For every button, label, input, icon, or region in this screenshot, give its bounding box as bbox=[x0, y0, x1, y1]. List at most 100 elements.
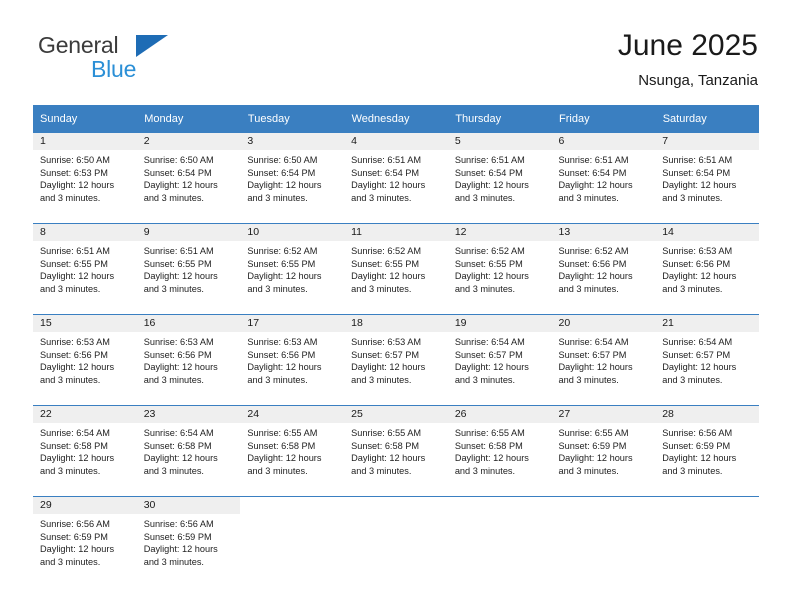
sunrise-text: Sunrise: 6:52 AM bbox=[454, 246, 525, 256]
calendar-cell[interactable] bbox=[551, 496, 656, 587]
day-cell[interactable]: 26 Sunrise: 6:55 AM Sunset: 6:58 PM Dayligh… bbox=[447, 406, 552, 496]
day-cell[interactable]: 21 Sunrise: 6:54 AM Sunset: 6:57 PM Dayligh… bbox=[655, 315, 759, 405]
day-details: Sunrise: 6:52 AM Sunset: 6:55 PM Daylight:… bbox=[240, 241, 344, 295]
day-cell[interactable]: 11 Sunrise: 6:52 AM Sunset: 6:55 PM Dayligh… bbox=[344, 224, 448, 314]
daylight-text-line1: Daylight: 12 hours bbox=[143, 362, 218, 373]
day-cell[interactable] bbox=[448, 497, 552, 587]
day-number: 12 bbox=[447, 224, 552, 241]
day-details: Sunrise: 6:51 AM Sunset: 6:54 PM Daylight:… bbox=[344, 150, 448, 204]
calendar-cell[interactable]: 11 Sunrise: 6:52 AM Sunset: 6:55 PM Dayligh… bbox=[344, 223, 448, 315]
day-cell[interactable]: 10 Sunrise: 6:52 AM Sunset: 6:55 PM Dayligh… bbox=[240, 224, 345, 314]
calendar-cell[interactable]: 1 Sunrise: 6:50 AM Sunset: 6:53 PM Daylight… bbox=[33, 133, 137, 224]
calendar-cell[interactable] bbox=[344, 496, 448, 587]
daylight-text-line2: and 3 minutes. bbox=[40, 192, 101, 203]
calendar-cell[interactable]: 2 Sunrise: 6:50 AM Sunset: 6:54 PM Daylight… bbox=[136, 133, 241, 224]
day-cell[interactable]: 14 Sunrise: 6:53 AM Sunset: 6:56 PM Dayligh… bbox=[655, 224, 759, 314]
calendar-cell[interactable]: 24 Sunrise: 6:55 AM Sunset: 6:58 PM Dayligh… bbox=[240, 405, 345, 497]
calendar-cell[interactable]: 29 Sunrise: 6:56 AM Sunset: 6:59 PM Dayligh… bbox=[33, 496, 137, 587]
calendar-cell[interactable]: 20 Sunrise: 6:54 AM Sunset: 6:57 PM Dayligh… bbox=[551, 314, 656, 406]
day-cell[interactable]: 27 Sunrise: 6:55 AM Sunset: 6:59 PM Dayligh… bbox=[551, 406, 656, 496]
calendar-cell[interactable]: 26 Sunrise: 6:55 AM Sunset: 6:58 PM Dayligh… bbox=[447, 405, 552, 497]
sunrise-text: Sunrise: 6:52 AM bbox=[558, 246, 629, 256]
sunset-text: Sunset: 6:55 PM bbox=[454, 258, 523, 269]
day-cell[interactable]: 4 Sunrise: 6:51 AM Sunset: 6:54 PM Daylight… bbox=[344, 133, 448, 223]
calendar-cell[interactable]: 15 Sunrise: 6:53 AM Sunset: 6:56 PM Dayligh… bbox=[33, 314, 137, 406]
day-number: 26 bbox=[447, 406, 552, 423]
daylight-text-line1: Daylight: 12 hours bbox=[143, 271, 218, 282]
calendar-cell[interactable]: 6 Sunrise: 6:51 AM Sunset: 6:54 PM Daylight… bbox=[551, 133, 656, 224]
day-cell[interactable]: 18 Sunrise: 6:53 AM Sunset: 6:57 PM Dayligh… bbox=[344, 315, 448, 405]
sunrise-text: Sunrise: 6:54 AM bbox=[454, 337, 525, 347]
day-cell[interactable]: 30 Sunrise: 6:56 AM Sunset: 6:59 PM Dayligh… bbox=[136, 497, 241, 587]
day-cell[interactable]: 22 Sunrise: 6:54 AM Sunset: 6:58 PM Dayligh… bbox=[33, 406, 137, 496]
daylight-text-line2: and 3 minutes. bbox=[351, 374, 412, 385]
day-cell[interactable]: 8 Sunrise: 6:51 AM Sunset: 6:55 PM Daylight… bbox=[33, 224, 137, 314]
day-cell[interactable]: 24 Sunrise: 6:55 AM Sunset: 6:58 PM Dayligh… bbox=[240, 406, 345, 496]
day-cell[interactable]: 23 Sunrise: 6:54 AM Sunset: 6:58 PM Dayligh… bbox=[136, 406, 241, 496]
calendar-cell[interactable]: 14 Sunrise: 6:53 AM Sunset: 6:56 PM Dayligh… bbox=[655, 223, 759, 315]
day-cell[interactable]: 15 Sunrise: 6:53 AM Sunset: 6:56 PM Dayligh… bbox=[33, 315, 137, 405]
daylight-text-line2: and 3 minutes. bbox=[247, 374, 308, 385]
calendar-cell[interactable]: 27 Sunrise: 6:55 AM Sunset: 6:59 PM Dayligh… bbox=[551, 405, 656, 497]
sunrise-text: Sunrise: 6:55 AM bbox=[247, 428, 318, 438]
calendar-cell[interactable]: 12 Sunrise: 6:52 AM Sunset: 6:55 PM Dayligh… bbox=[447, 223, 552, 315]
day-number: 30 bbox=[136, 497, 241, 514]
calendar-cell[interactable]: 18 Sunrise: 6:53 AM Sunset: 6:57 PM Dayligh… bbox=[344, 314, 448, 406]
day-cell[interactable]: 9 Sunrise: 6:51 AM Sunset: 6:55 PM Daylight… bbox=[136, 224, 241, 314]
calendar-cell[interactable]: 7 Sunrise: 6:51 AM Sunset: 6:54 PM Daylight… bbox=[655, 133, 759, 224]
calendar-cell[interactable]: 17 Sunrise: 6:53 AM Sunset: 6:56 PM Dayligh… bbox=[240, 314, 345, 406]
sunrise-text: Sunrise: 6:55 AM bbox=[454, 428, 525, 438]
calendar-cell[interactable]: 5 Sunrise: 6:51 AM Sunset: 6:54 PM Daylight… bbox=[447, 133, 552, 224]
calendar-page: General Blue June 2025 Nsunga, Tanzania … bbox=[0, 0, 792, 612]
calendar-cell[interactable]: 25 Sunrise: 6:55 AM Sunset: 6:58 PM Dayligh… bbox=[344, 405, 448, 497]
calendar-container: Sunday Monday Tuesday Wednesday Thursday… bbox=[33, 105, 759, 587]
day-cell[interactable]: 25 Sunrise: 6:55 AM Sunset: 6:58 PM Dayligh… bbox=[344, 406, 448, 496]
sunset-text: Sunset: 6:59 PM bbox=[558, 440, 627, 451]
day-details: Sunrise: 6:56 AM Sunset: 6:59 PM Daylight:… bbox=[137, 514, 241, 568]
day-cell[interactable] bbox=[240, 497, 344, 587]
calendar-week-row: 29 Sunrise: 6:56 AM Sunset: 6:59 PM Dayligh… bbox=[33, 496, 759, 587]
day-details: Sunrise: 6:53 AM Sunset: 6:56 PM Daylight:… bbox=[33, 332, 137, 386]
day-cell[interactable]: 7 Sunrise: 6:51 AM Sunset: 6:54 PM Daylight… bbox=[655, 133, 759, 223]
calendar-cell[interactable]: 23 Sunrise: 6:54 AM Sunset: 6:58 PM Dayligh… bbox=[136, 405, 241, 497]
day-cell[interactable]: 5 Sunrise: 6:51 AM Sunset: 6:54 PM Daylight… bbox=[447, 133, 552, 223]
calendar-cell[interactable]: 10 Sunrise: 6:52 AM Sunset: 6:55 PM Dayligh… bbox=[240, 223, 345, 315]
calendar-cell[interactable]: 16 Sunrise: 6:53 AM Sunset: 6:56 PM Dayligh… bbox=[136, 314, 241, 406]
calendar-cell[interactable] bbox=[655, 496, 759, 587]
day-cell[interactable]: 29 Sunrise: 6:56 AM Sunset: 6:59 PM Dayligh… bbox=[33, 497, 137, 587]
day-cell[interactable] bbox=[655, 497, 759, 587]
calendar-cell[interactable]: 22 Sunrise: 6:54 AM Sunset: 6:58 PM Dayligh… bbox=[33, 405, 137, 497]
calendar-cell[interactable]: 30 Sunrise: 6:56 AM Sunset: 6:59 PM Dayligh… bbox=[136, 496, 241, 587]
calendar-cell[interactable]: 4 Sunrise: 6:51 AM Sunset: 6:54 PM Daylight… bbox=[344, 133, 448, 224]
calendar-cell[interactable]: 28 Sunrise: 6:56 AM Sunset: 6:59 PM Dayligh… bbox=[655, 405, 759, 497]
calendar-cell[interactable] bbox=[447, 496, 552, 587]
calendar-cell[interactable] bbox=[240, 496, 345, 587]
calendar-cell[interactable]: 21 Sunrise: 6:54 AM Sunset: 6:57 PM Dayligh… bbox=[655, 314, 759, 406]
day-cell[interactable]: 20 Sunrise: 6:54 AM Sunset: 6:57 PM Dayligh… bbox=[551, 315, 656, 405]
sunrise-text: Sunrise: 6:53 AM bbox=[143, 337, 214, 347]
calendar-cell[interactable]: 13 Sunrise: 6:52 AM Sunset: 6:56 PM Dayligh… bbox=[551, 223, 656, 315]
daylight-text-line1: Daylight: 12 hours bbox=[454, 453, 529, 464]
day-cell[interactable]: 12 Sunrise: 6:52 AM Sunset: 6:55 PM Dayligh… bbox=[447, 224, 552, 314]
calendar-cell[interactable]: 3 Sunrise: 6:50 AM Sunset: 6:54 PM Daylight… bbox=[240, 133, 345, 224]
day-cell[interactable]: 28 Sunrise: 6:56 AM Sunset: 6:59 PM Dayligh… bbox=[655, 406, 759, 496]
calendar-cell[interactable]: 19 Sunrise: 6:54 AM Sunset: 6:57 PM Dayligh… bbox=[447, 314, 552, 406]
day-cell[interactable]: 6 Sunrise: 6:51 AM Sunset: 6:54 PM Daylight… bbox=[551, 133, 656, 223]
sunrise-text: Sunrise: 6:51 AM bbox=[40, 246, 110, 256]
calendar-cell[interactable]: 8 Sunrise: 6:51 AM Sunset: 6:55 PM Daylight… bbox=[33, 223, 137, 315]
day-cell[interactable] bbox=[552, 497, 656, 587]
day-cell[interactable]: 19 Sunrise: 6:54 AM Sunset: 6:57 PM Dayligh… bbox=[447, 315, 552, 405]
day-cell[interactable]: 1 Sunrise: 6:50 AM Sunset: 6:53 PM Daylight… bbox=[33, 133, 137, 223]
day-cell[interactable]: 2 Sunrise: 6:50 AM Sunset: 6:54 PM Daylight… bbox=[136, 133, 241, 223]
sunset-text: Sunset: 6:57 PM bbox=[454, 349, 523, 360]
day-cell[interactable]: 16 Sunrise: 6:53 AM Sunset: 6:56 PM Dayligh… bbox=[136, 315, 241, 405]
day-cell[interactable] bbox=[344, 497, 448, 587]
calendar-cell[interactable]: 9 Sunrise: 6:51 AM Sunset: 6:55 PM Daylight… bbox=[136, 223, 241, 315]
day-details: Sunrise: 6:50 AM Sunset: 6:53 PM Daylight:… bbox=[33, 150, 137, 204]
brand-logo[interactable]: General Blue bbox=[38, 33, 278, 85]
daylight-text-line1: Daylight: 12 hours bbox=[40, 362, 115, 373]
day-cell[interactable]: 3 Sunrise: 6:50 AM Sunset: 6:54 PM Daylight… bbox=[240, 133, 345, 223]
day-cell[interactable]: 13 Sunrise: 6:52 AM Sunset: 6:56 PM Dayligh… bbox=[551, 224, 656, 314]
day-number: 8 bbox=[33, 224, 137, 241]
day-cell[interactable]: 17 Sunrise: 6:53 AM Sunset: 6:56 PM Dayligh… bbox=[240, 315, 345, 405]
